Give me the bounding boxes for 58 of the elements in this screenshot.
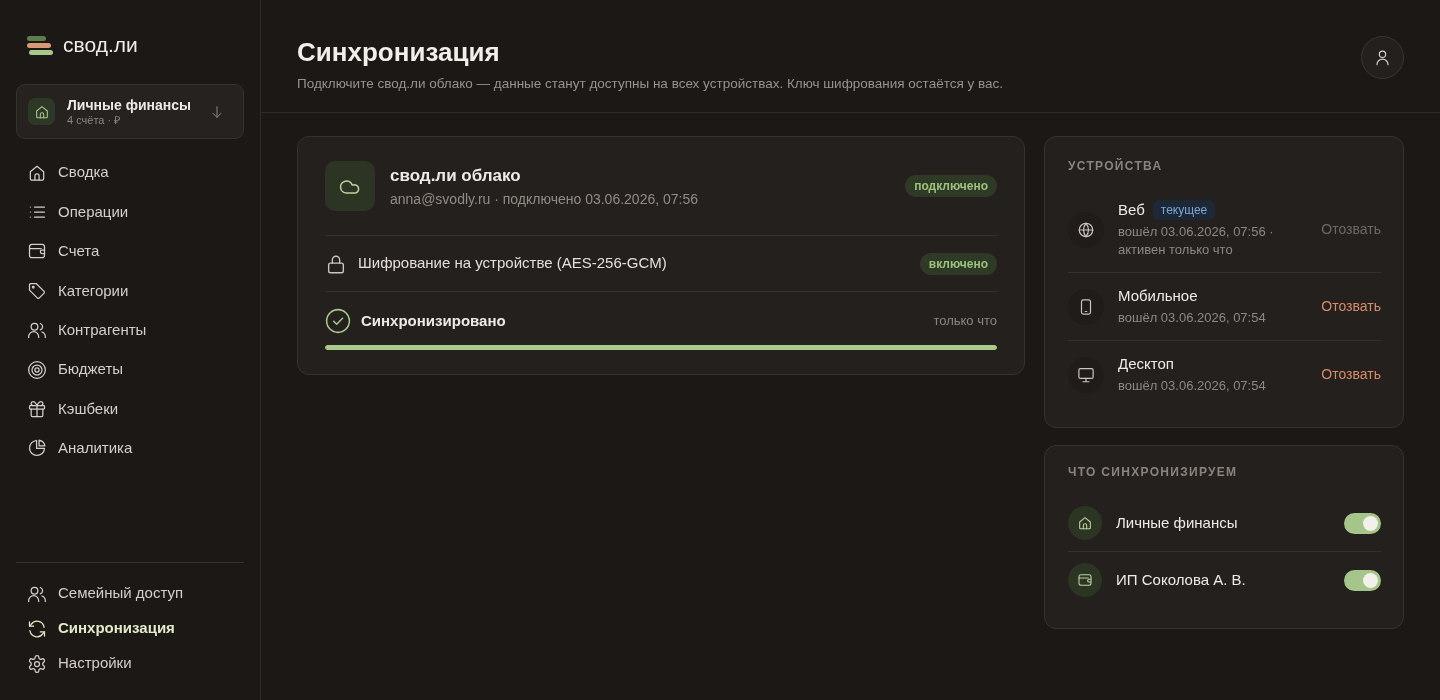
toggle-switch[interactable] [1344, 569, 1381, 591]
encryption-label: Шифрование на устройстве (AES-256-GCM) [358, 253, 668, 274]
device-name: Веб [1118, 200, 1145, 220]
pie-chart-icon [27, 438, 47, 459]
workspace-name: Личные финансы [67, 96, 192, 114]
logo-text: свод.ли [63, 32, 138, 58]
device-details: вошёл 03.06.2026, 07:54 [1118, 309, 1267, 327]
device-details: вошёл 03.06.2026, 07:54 [1118, 377, 1267, 395]
nav-item[interactable]: Бюджеты [16, 349, 244, 390]
nav-item[interactable]: Контрагенты [16, 310, 244, 350]
home-icon [28, 98, 55, 125]
workspace-meta: 4 счёта · ₽ [67, 113, 122, 127]
globe-icon [1068, 211, 1104, 248]
cloud-icon [325, 161, 375, 211]
nav-item[interactable]: Настройки [16, 646, 244, 681]
device-name: Мобильное [1118, 286, 1198, 306]
account-details: anna@svodly.ru · подключено 03.06.2026, 07:56 [390, 189, 700, 208]
tag-icon [27, 280, 47, 301]
section-heading: УСТРОЙСТВА [1068, 159, 1164, 173]
page-title: Синхронизация [297, 36, 501, 68]
revoke-button[interactable]: Отозвать [1321, 296, 1381, 317]
page-subtitle: Подключите свод.ли облако — данные станут доступны на всех устройствах. Ключ шифрования остаётся у вас. [297, 75, 1004, 93]
nav-item[interactable]: Категории [16, 271, 244, 311]
check-circle-icon [325, 308, 351, 334]
encryption-status-badge: включено [919, 252, 997, 275]
user-icon [1373, 48, 1392, 67]
toggle-switch[interactable] [1344, 512, 1381, 534]
arrow-down-icon [209, 103, 225, 120]
section-heading: ЧТО СИНХРОНИЗИРУЕМ [1068, 465, 1239, 479]
nav-item[interactable]: Аналитика [16, 428, 244, 469]
sync-icon [27, 618, 47, 639]
wallet-icon [1068, 563, 1102, 597]
nav-item[interactable]: Кэшбеки [16, 389, 244, 429]
connection-status-badge: подключено [905, 175, 997, 197]
account-button[interactable] [1361, 36, 1404, 79]
nav-item[interactable]: Счета [16, 231, 244, 272]
nav-item[interactable]: Операции [16, 192, 244, 232]
target-icon [27, 359, 47, 380]
nav-item[interactable]: Сводка [16, 153, 244, 193]
gift-icon [27, 399, 47, 420]
service-title: свод.ли облако [390, 164, 522, 187]
home-icon [1068, 506, 1102, 540]
nav-item[interactable]: Семейный доступ [16, 576, 244, 611]
nav-item[interactable]: Синхронизация [16, 611, 244, 646]
device-name: Десктоп [1118, 354, 1174, 374]
phone-icon [1068, 288, 1104, 325]
workspace-selector[interactable]: Личные финансы 4 счёта · ₽ [16, 84, 244, 139]
monitor-icon [1068, 356, 1104, 393]
logo-icon [27, 35, 53, 55]
people-icon [27, 320, 47, 341]
sync-item-label: ИП Соколова А. В. [1116, 569, 1247, 590]
device-details: вошёл 03.06.2026, 07:56 · активен только что [1118, 223, 1275, 259]
settings-icon [27, 653, 47, 674]
sync-time: только что [933, 312, 997, 331]
sync-item-label: Личные финансы [1116, 512, 1239, 533]
revoke-button[interactable]: Отозвать [1321, 364, 1381, 385]
current-device-badge: текущее [1152, 200, 1216, 220]
sync-status: Синхронизировано [361, 310, 507, 331]
